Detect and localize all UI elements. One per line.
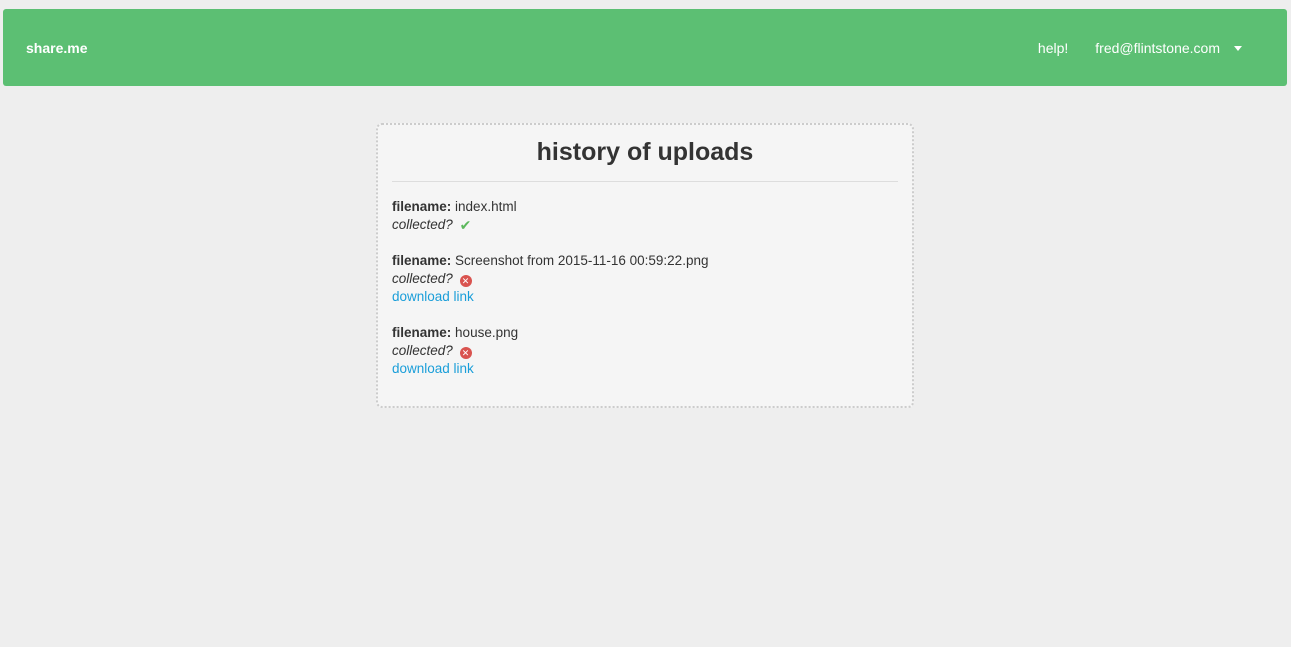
filename-value: index.html — [455, 199, 517, 214]
filename-value: Screenshot from 2015-11-16 00:59:22.png — [455, 253, 709, 269]
title-divider — [392, 181, 898, 182]
filename-label: filename: — [392, 199, 452, 214]
collected-line: collected? ✕ — [392, 342, 898, 360]
collected-label: collected? — [392, 217, 453, 232]
upload-item: filename: index.html collected? ✔ — [392, 198, 898, 234]
upload-item: filename: house.png collected? ✕ downloa… — [392, 324, 898, 378]
user-email: fred@flintstone.com — [1095, 40, 1220, 56]
collected-line: collected? ✔ — [392, 216, 898, 234]
help-link[interactable]: help! — [1038, 39, 1068, 57]
filename-line: filename: index.html — [392, 198, 898, 216]
collected-label: collected? — [392, 343, 453, 359]
collected-line: collected? ✕ — [392, 270, 898, 288]
filename-line: filename: house.png — [392, 324, 898, 342]
top-navbar: share.me help! fred@flintstone.com — [3, 9, 1287, 86]
download-link[interactable]: download link — [392, 289, 474, 304]
upload-item: filename: Screenshot from 2015-11-16 00:… — [392, 252, 898, 306]
brand-link[interactable]: share.me — [26, 39, 87, 57]
download-link[interactable]: download link — [392, 361, 474, 376]
nav-right: help! fred@flintstone.com — [1038, 39, 1242, 57]
caret-down-icon — [1234, 46, 1242, 51]
page-title: history of uploads — [536, 138, 754, 166]
check-icon: ✔ — [459, 217, 472, 234]
filename-line: filename: Screenshot from 2015-11-16 00:… — [392, 252, 898, 270]
x-circle-icon: ✕ — [459, 275, 472, 288]
filename-value: house.png — [455, 325, 519, 341]
collected-label: collected? — [392, 271, 453, 287]
filename-label: filename: — [392, 253, 452, 269]
user-menu-dropdown[interactable]: fred@flintstone.com — [1095, 39, 1242, 57]
uploads-history-card: history of uploads filename: index.html … — [376, 123, 914, 408]
x-circle-icon: ✕ — [459, 347, 472, 360]
filename-label: filename: — [392, 325, 452, 341]
